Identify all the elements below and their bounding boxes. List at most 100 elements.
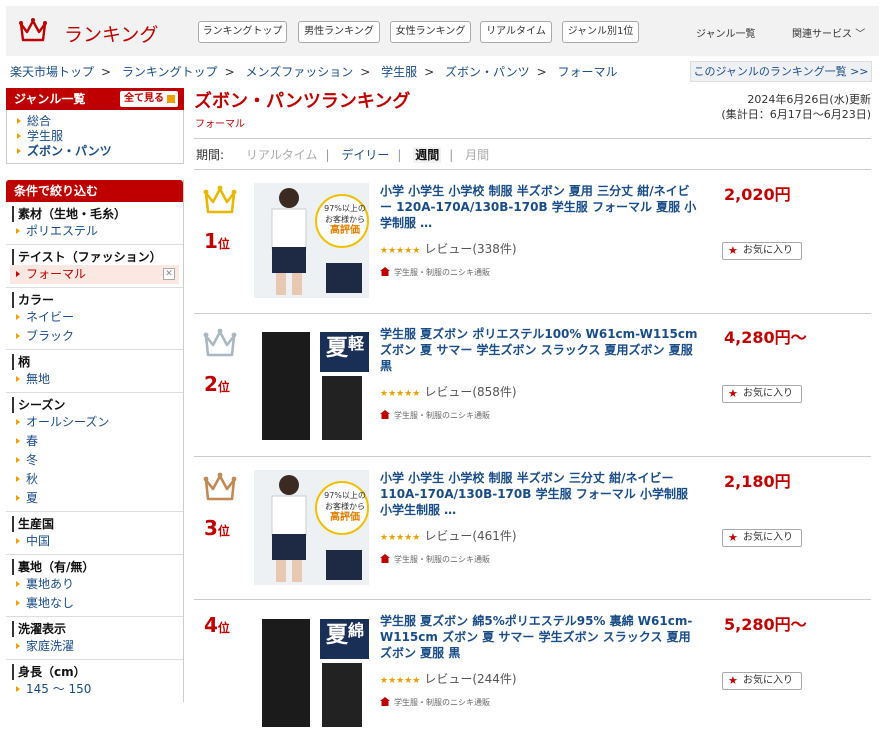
filter-group-title: 生産国	[12, 516, 183, 532]
shop-name: 学生服・制服のニシキ通販	[394, 268, 490, 277]
close-icon[interactable]: ✕	[163, 268, 175, 280]
page-subtitle[interactable]: フォーマル	[195, 115, 245, 130]
tab-women-ranking[interactable]: 女性ランキング	[390, 21, 471, 43]
product-image[interactable]: 夏 軽	[254, 326, 369, 441]
filter-option[interactable]: 無地	[6, 370, 183, 389]
filter-option[interactable]: ポリエステル	[6, 222, 183, 241]
divider	[194, 313, 871, 314]
filter-option[interactable]: 中国	[6, 532, 183, 551]
filter-group-title: 身長（cm）	[12, 664, 183, 680]
shop-name: 学生服・制服のニシキ通販	[394, 555, 490, 564]
review-row[interactable]: ★★★★★ レビュー(461件)	[380, 527, 517, 544]
review-row[interactable]: ★★★★★ レビュー(858件)	[380, 383, 517, 400]
review-count: レビュー(244件)	[424, 672, 517, 686]
shop-link[interactable]: 学生服・制服のニシキ通販	[380, 554, 490, 565]
price: 4,280円～	[724, 328, 807, 347]
breadcrumb-item[interactable]: 楽天市場トップ	[10, 65, 94, 79]
genre-box-header: ジャンル一覧 全て見る	[6, 88, 184, 110]
page-title: ズボン・パンツランキング	[194, 91, 411, 112]
filter-option[interactable]: 春	[6, 432, 183, 451]
review-count: レビュー(858件)	[424, 385, 517, 399]
bronze-crown-icon	[203, 472, 237, 501]
genre-item-current[interactable]: ズボン・パンツ	[7, 144, 183, 159]
filter-option[interactable]: ネイビー	[6, 308, 183, 327]
price: 5,280円～	[724, 615, 807, 634]
filter-option-selected[interactable]: フォーマル ✕	[10, 265, 179, 284]
tab-men-ranking[interactable]: 男性ランキング	[298, 21, 380, 43]
ranking-item: 2位 夏 軽 学生服 夏ズボン ポリエステル100% W61cm-W115cm …	[194, 326, 871, 456]
period-realtime[interactable]: リアルタイム	[246, 148, 318, 162]
silver-crown-icon	[203, 328, 237, 357]
period-weekly[interactable]: 週間	[413, 147, 442, 163]
breadcrumb-item[interactable]: ズボン・パンツ	[445, 65, 530, 79]
filter-option[interactable]: オールシーズン	[6, 413, 183, 432]
thumb-text: 軽	[348, 334, 365, 353]
product-image[interactable]: 夏 綿	[254, 613, 369, 728]
product-name-link[interactable]: 小学 小学生 小学校 制服 半ズボン 三分丈 紺/ネイビー 110A-170A/…	[380, 470, 698, 518]
shop-link[interactable]: 学生服・制服のニシキ通販	[380, 697, 490, 708]
product-name-link[interactable]: 小学 小学生 小学校 制服 半ズボン 夏用 三分丈 紺/ネイビー 120A-17…	[380, 183, 698, 231]
product-image[interactable]	[254, 183, 369, 298]
updated-date: 2024年6月26日(水)更新	[747, 93, 871, 106]
thumb-badge: 97%以上の お客様から 高評価	[324, 491, 366, 523]
genre-box-title: ジャンル一覧	[14, 92, 86, 106]
product-image[interactable]	[254, 470, 369, 585]
thumb-text: 綿	[348, 621, 365, 640]
rank-label: 1位	[204, 229, 230, 253]
filter-group-title: 洗濯表示	[12, 621, 183, 637]
filter-group-title: 裏地（有/無）	[12, 559, 183, 575]
breadcrumb-item[interactable]: メンズファッション	[245, 65, 353, 79]
filter-option[interactable]: ブラック	[6, 327, 183, 346]
filter-group-title: シーズン	[12, 397, 183, 413]
genre-ranking-list-link[interactable]: このジャンルのランキング一覧 >>	[690, 61, 872, 82]
favorite-button[interactable]: お気に入り	[722, 529, 802, 547]
rank-label: 4位	[204, 613, 230, 637]
price: 2,020円	[724, 185, 791, 204]
filter-box: 条件で絞り込む 素材（生地・毛糸） ポリエステル テイスト（ファッション） フォ…	[6, 180, 184, 702]
filter-option[interactable]: 秋	[6, 470, 183, 489]
favorite-button[interactable]: お気に入り	[722, 242, 802, 260]
genre-item[interactable]: 学生服	[7, 129, 183, 144]
filter-option[interactable]: 冬	[6, 451, 183, 470]
breadcrumb-item[interactable]: 学生服	[381, 65, 417, 79]
period-label: 期間:	[196, 148, 225, 162]
period-selector: 期間: リアルタイム | デイリー | 週間 | 月間	[196, 147, 490, 163]
filter-option[interactable]: 裏地あり	[6, 575, 183, 594]
filter-option[interactable]: 夏	[6, 489, 183, 508]
logo-text[interactable]: ランキング	[64, 20, 158, 47]
filter-option[interactable]: 裏地なし	[6, 594, 183, 613]
divider	[194, 138, 871, 139]
review-row[interactable]: ★★★★★ レビュー(338件)	[380, 240, 517, 257]
genre-list-link[interactable]: ジャンル一覧	[696, 25, 756, 40]
product-name-link[interactable]: 学生服 夏ズボン ポリエステル100% W61cm-W115cm ズボン 夏 サ…	[380, 326, 698, 374]
tab-ranking-top[interactable]: ランキングトップ	[198, 21, 287, 43]
tab-realtime[interactable]: リアルタイム	[480, 21, 552, 43]
shop-link[interactable]: 学生服・制服のニシキ通販	[380, 267, 490, 278]
filter-title: 条件で絞り込む	[6, 180, 183, 202]
star-rating-icon: ★★★★★	[380, 389, 421, 399]
period-monthly[interactable]: 月間	[465, 148, 489, 162]
product-name-link[interactable]: 学生服 夏ズボン 綿5%ポリエステル95% 裏綿 W61cm-W115cm ズボ…	[380, 613, 698, 661]
shop-home-icon	[380, 554, 390, 563]
crown-logo-icon[interactable]	[18, 16, 48, 46]
shop-home-icon	[380, 267, 390, 276]
breadcrumb-item[interactable]: ランキングトップ	[122, 65, 218, 79]
rank-label: 3位	[204, 516, 230, 540]
filter-group-title: テイスト（ファッション）	[12, 249, 183, 265]
ranking-item: 1位 小学 小学生 小学校 制服 半ズボン 夏用 三分丈 紺/ネイビー 120A…	[194, 183, 871, 313]
rank-label: 2位	[204, 372, 230, 396]
tab-genre-first[interactable]: ジャンル別1位	[562, 21, 639, 43]
filter-option[interactable]: 145 ～ 150	[6, 680, 183, 699]
review-row[interactable]: ★★★★★ レビュー(244件)	[380, 670, 517, 687]
breadcrumb-item[interactable]: フォーマル	[558, 65, 618, 79]
shop-link[interactable]: 学生服・制服のニシキ通販	[380, 410, 490, 421]
star-rating-icon: ★★★★★	[380, 246, 421, 256]
favorite-button[interactable]: お気に入り	[722, 385, 802, 403]
genre-item[interactable]: 総合	[7, 114, 183, 129]
star-rating-icon: ★★★★★	[380, 533, 421, 543]
filter-option[interactable]: 家庭洗濯	[6, 637, 183, 656]
show-all-button[interactable]: 全て見る	[120, 91, 178, 107]
period-daily[interactable]: デイリー	[341, 148, 389, 162]
related-services-menu[interactable]: 関連サービス ﹀	[792, 25, 865, 40]
favorite-button[interactable]: お気に入り	[722, 672, 802, 690]
